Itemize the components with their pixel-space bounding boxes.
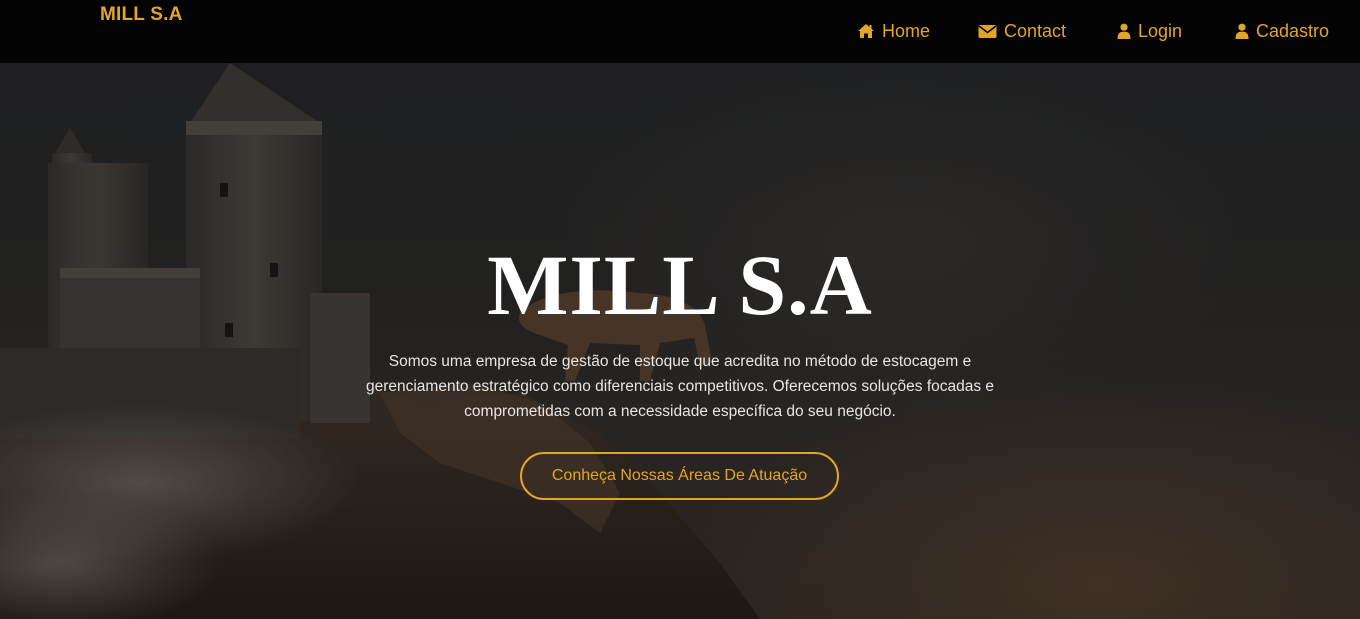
hero-description-line: gerenciamento estratégico como diferenci… (365, 378, 995, 395)
nav-login-link[interactable]: Login (1117, 19, 1182, 43)
nav-contact-label: Contact (1004, 20, 1067, 41)
nav-contact-link[interactable]: Contact (978, 19, 1066, 43)
areas-of-activity-button[interactable]: Conheça Nossas Áreas De Atuação (520, 452, 839, 500)
hero-description-line: Somos uma empresa de gestão de estoque q… (388, 353, 972, 370)
user-icon (1235, 23, 1249, 39)
home-icon (857, 23, 875, 39)
hero-description-line: comprometidas com a necessidade específi… (464, 403, 896, 420)
navbar: MILL S.A Home Contact Login Cadastro (0, 0, 1360, 63)
hero-section: MILL S.A Somos uma empresa de gestão de … (0, 63, 1360, 619)
nav-cadastro-label: Cadastro (1256, 20, 1330, 41)
nav-login-label: Login (1138, 20, 1183, 41)
hero-description: Somos uma empresa de gestão de estoque q… (330, 349, 1030, 424)
nav-menu: Home Contact Login Cadastro (0, 19, 1360, 43)
nav-cadastro-link[interactable]: Cadastro (1235, 19, 1329, 43)
envelope-icon (978, 24, 997, 39)
nav-home-link[interactable]: Home (857, 19, 930, 43)
nav-home-label: Home (882, 20, 931, 41)
hero-title: MILL S.A (487, 237, 873, 333)
user-icon (1117, 23, 1131, 39)
hero-dark-overlay (0, 63, 1360, 619)
